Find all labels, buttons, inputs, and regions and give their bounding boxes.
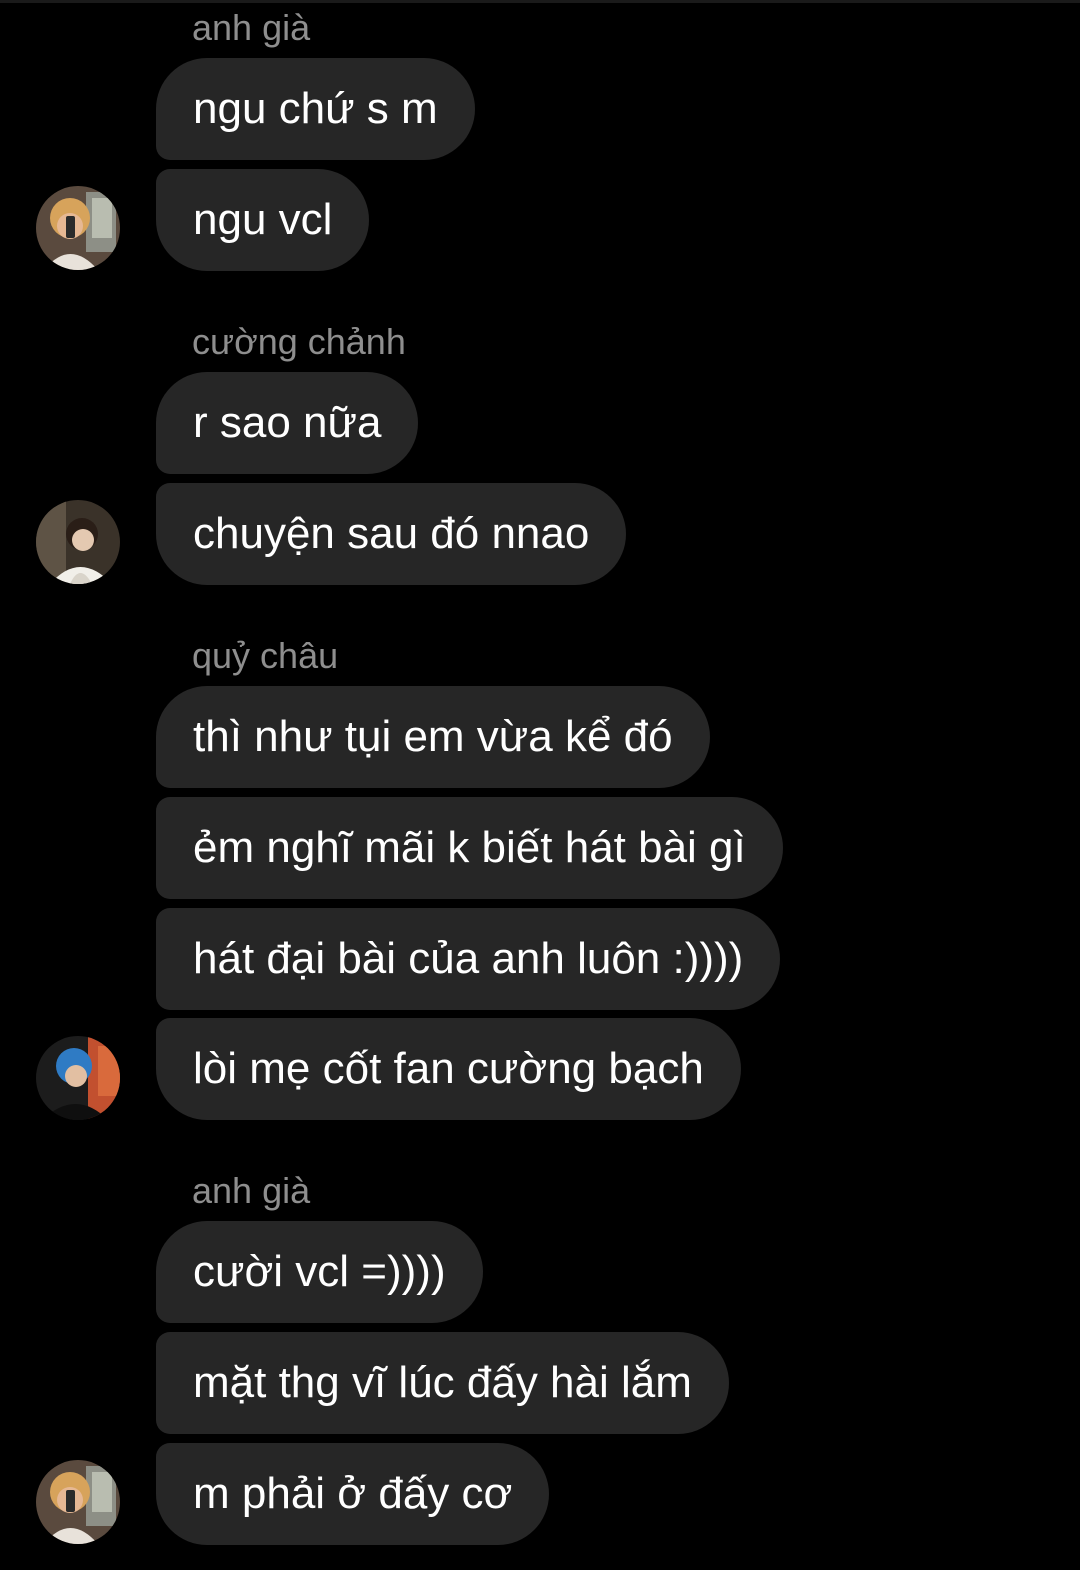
- message-bubble[interactable]: hát đại bài của anh luôn :)))): [156, 908, 781, 1010]
- message-bubble[interactable]: m phải ở đấy cơ: [156, 1443, 550, 1545]
- avatar[interactable]: [36, 1460, 120, 1544]
- message-bubble[interactable]: ẻm nghĩ mãi k biết hát bài gì: [156, 797, 783, 899]
- avatar-image-quy-chau: [36, 1036, 120, 1120]
- sender-name: quỷ châu: [192, 635, 339, 676]
- avatar-image-anh-gia: [36, 1460, 120, 1544]
- avatar-image-cuong-chanh: [36, 500, 120, 584]
- message-bubble[interactable]: lòi mẹ cốt fan cường bạch: [156, 1018, 741, 1120]
- avatar[interactable]: [36, 500, 120, 584]
- avatar[interactable]: [36, 186, 120, 270]
- message-bubble[interactable]: r sao nữa: [156, 372, 419, 474]
- message-bubble[interactable]: ngu vcl: [156, 169, 370, 271]
- sender-name: anh già: [192, 1170, 311, 1211]
- message-bubble[interactable]: cười vcl =)))): [156, 1221, 483, 1323]
- message-bubble[interactable]: thì như tụi em vừa kể đó: [156, 686, 710, 788]
- avatar[interactable]: [36, 1036, 120, 1120]
- sender-name: cường chảnh: [192, 321, 406, 362]
- message-bubble[interactable]: mặt thg vĩ lúc đấy hài lắm: [156, 1332, 729, 1434]
- avatar-image-anh-gia: [36, 186, 120, 270]
- sender-name: anh già: [192, 7, 311, 48]
- window-top-edge: [0, 0, 1080, 3]
- message-bubble[interactable]: chuyện sau đó nnao: [156, 483, 627, 585]
- message-bubble[interactable]: ngu chứ s m: [156, 58, 475, 160]
